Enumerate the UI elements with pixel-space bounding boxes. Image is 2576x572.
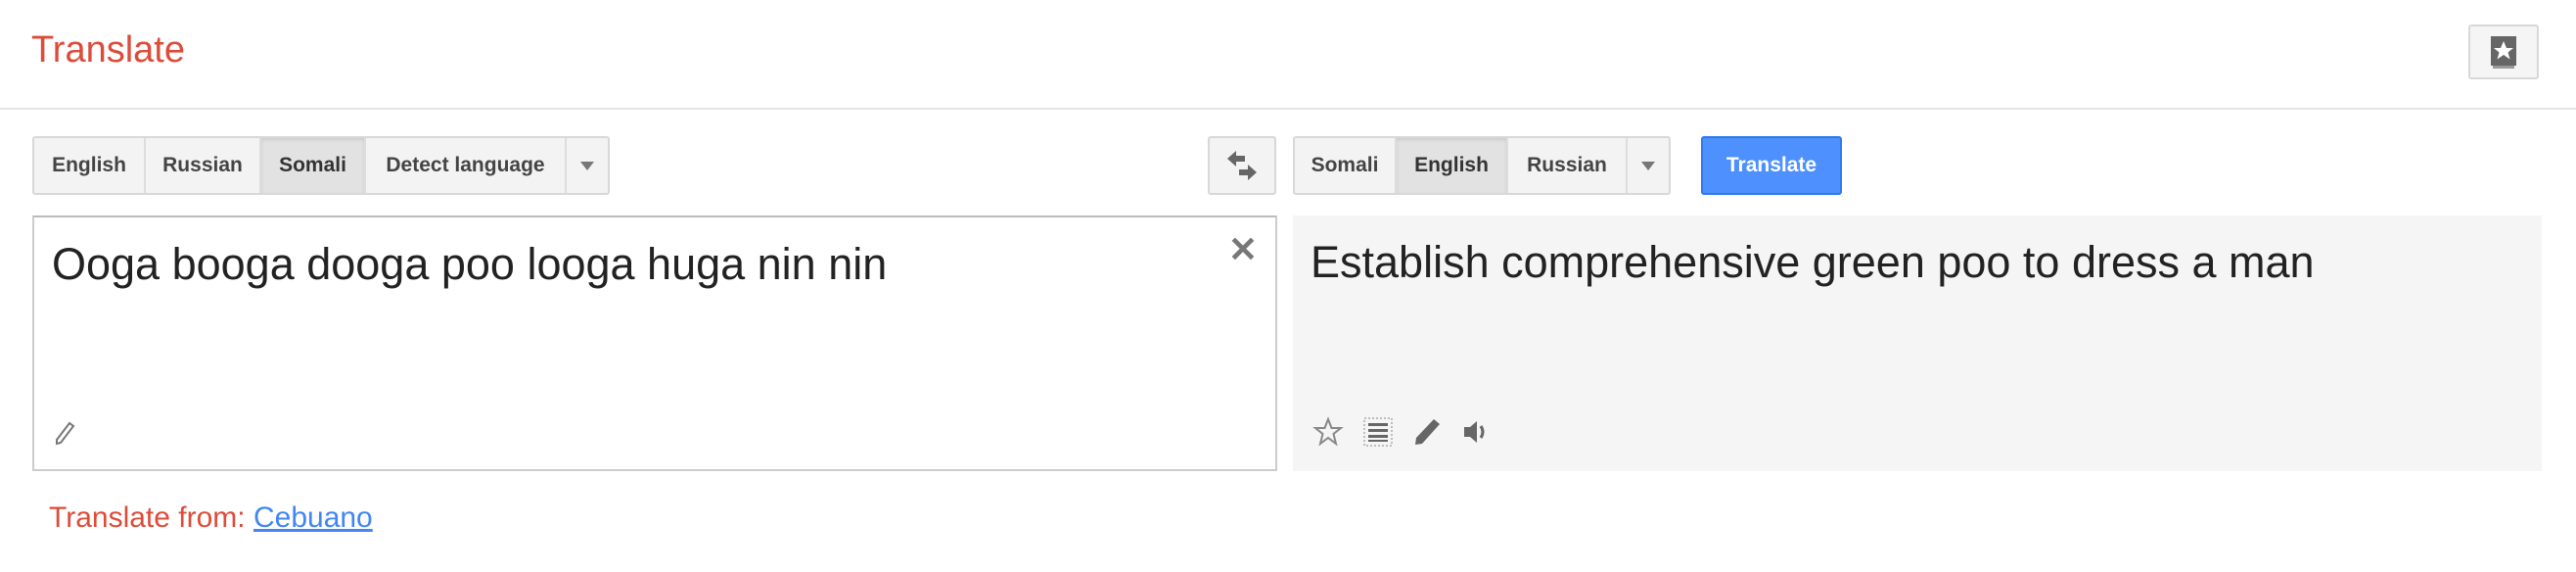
- target-lang-dropdown[interactable]: [1628, 138, 1669, 193]
- source-lang-english[interactable]: English: [34, 138, 146, 193]
- clear-icon[interactable]: ✕: [1228, 229, 1258, 270]
- phrasebook-button[interactable]: [2468, 24, 2539, 79]
- language-suggestion: Translate from: Cebuano: [49, 501, 373, 535]
- target-language-bar: Somali English Russian: [1293, 136, 1671, 195]
- chevron-down-icon: [1641, 161, 1655, 170]
- edit-pencil-icon[interactable]: [1412, 417, 1442, 447]
- source-text-area[interactable]: Ooga booga dooga poo looga huga nin nin …: [32, 215, 1277, 471]
- phrasebook-star-icon: [2491, 36, 2516, 69]
- swap-languages-button[interactable]: [1208, 136, 1276, 195]
- output-toolbar: [1312, 416, 1493, 448]
- header-divider: [0, 108, 2576, 110]
- translation-text: Establish comprehensive green poo to dre…: [1311, 237, 2315, 287]
- chevron-down-icon: [580, 161, 594, 170]
- source-text[interactable]: Ooga booga dooga poo looga huga nin nin: [52, 239, 887, 290]
- suggested-language-link[interactable]: Cebuano: [253, 501, 373, 534]
- swap-arrows-icon: [1227, 151, 1257, 180]
- source-lang-dropdown[interactable]: [567, 138, 608, 193]
- app-title: Translate: [31, 29, 185, 71]
- translate-button[interactable]: Translate: [1701, 136, 1842, 195]
- translation-output: Establish comprehensive green poo to dre…: [1293, 215, 2542, 471]
- pencil-icon[interactable]: [54, 421, 75, 447]
- suggestion-label: Translate from:: [49, 501, 246, 534]
- source-lang-russian[interactable]: Russian: [146, 138, 261, 193]
- target-lang-russian[interactable]: Russian: [1508, 138, 1628, 193]
- target-lang-english[interactable]: English: [1397, 138, 1508, 193]
- alternate-translations-icon[interactable]: [1363, 417, 1393, 447]
- speaker-icon[interactable]: [1461, 417, 1493, 447]
- source-language-bar: English Russian Somali Detect language: [32, 136, 610, 195]
- source-lang-somali[interactable]: Somali: [261, 138, 366, 193]
- target-lang-somali[interactable]: Somali: [1295, 138, 1397, 193]
- source-lang-detect[interactable]: Detect language: [366, 138, 567, 193]
- star-icon[interactable]: [1312, 416, 1344, 448]
